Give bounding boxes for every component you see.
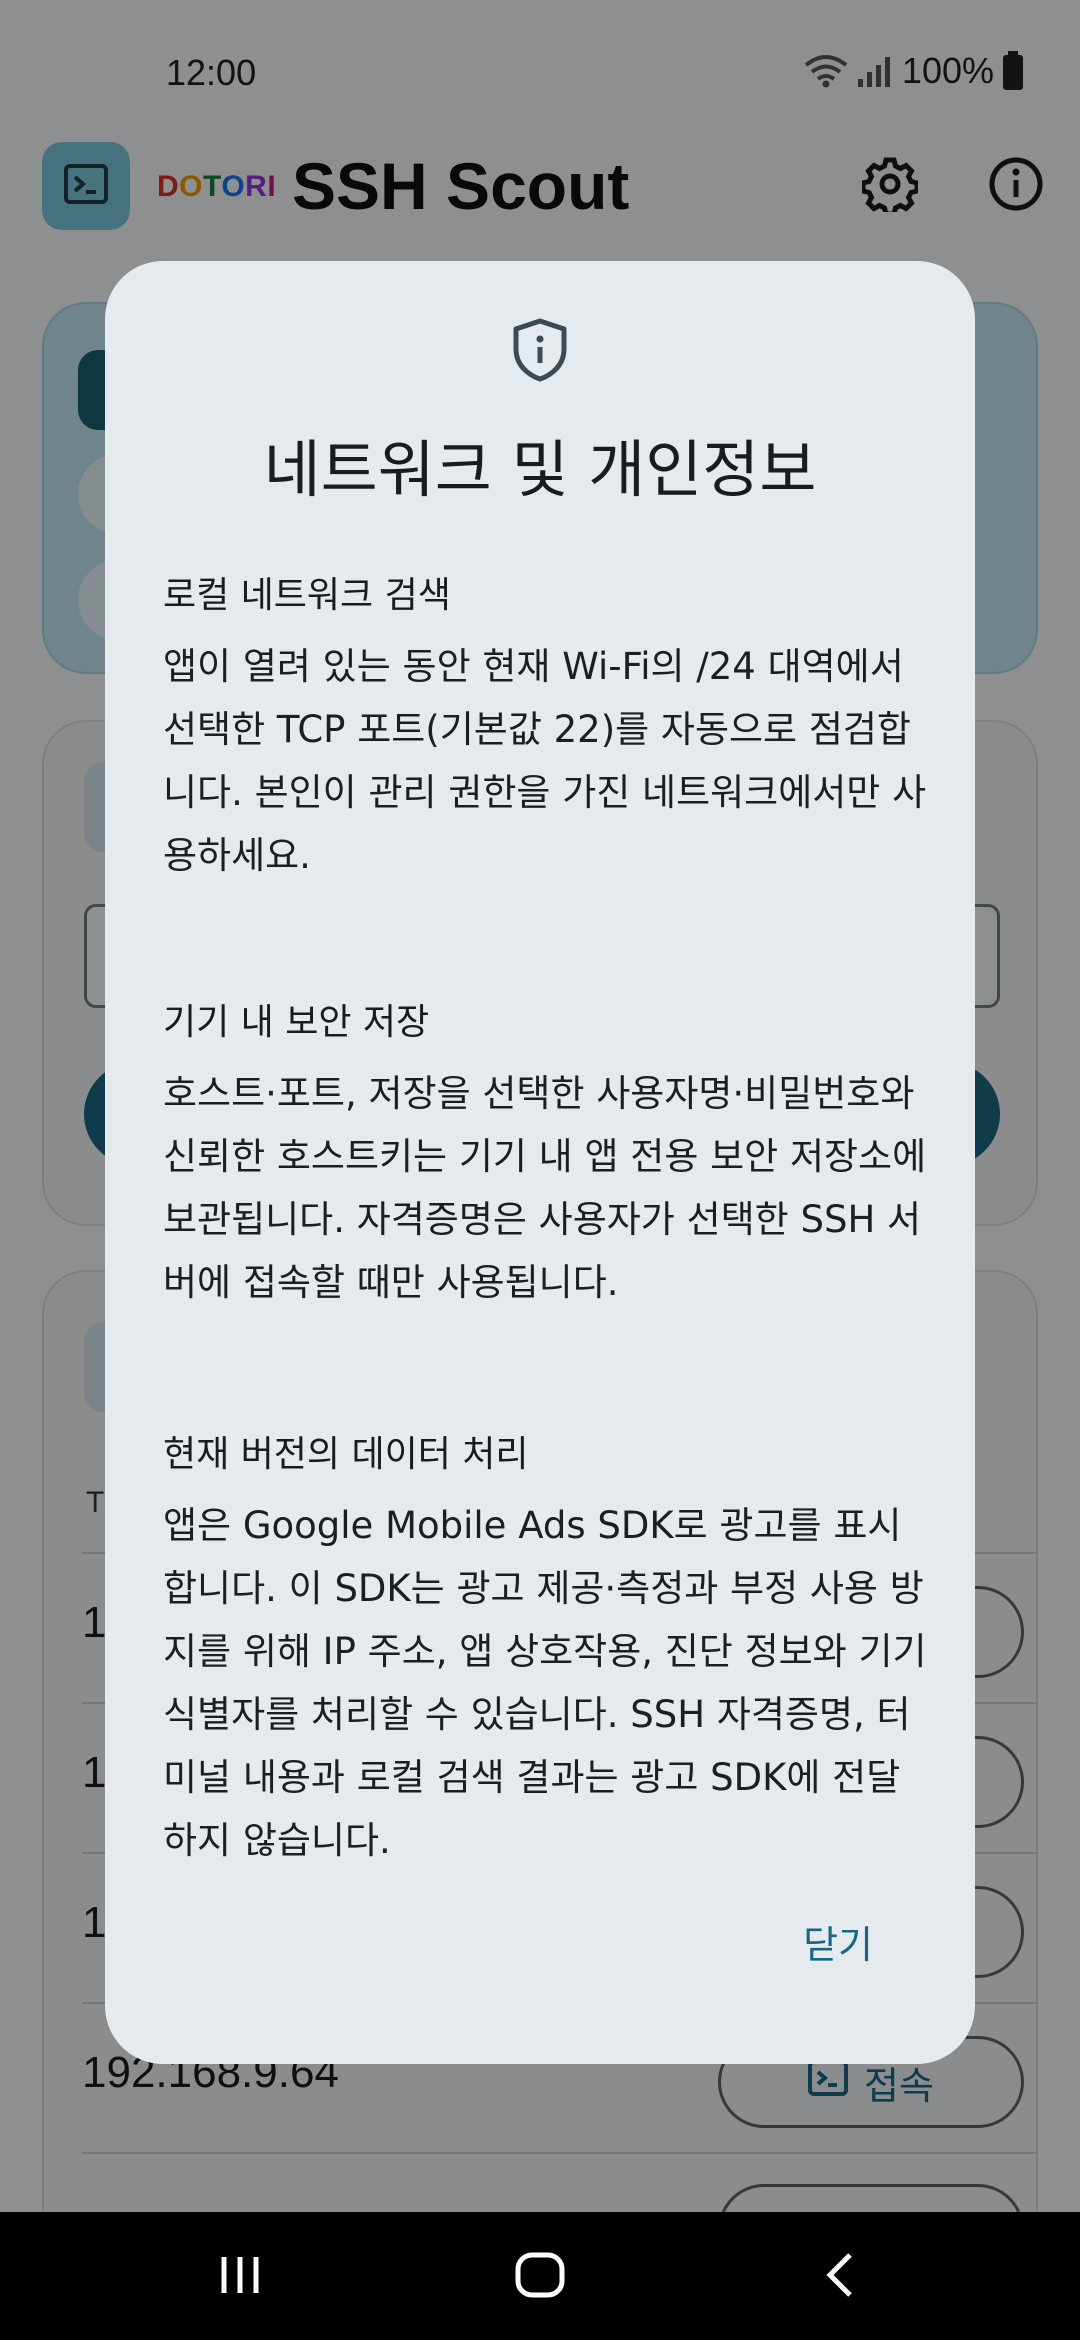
system-nav-bar — [0, 2212, 1080, 2340]
section-heading: 로컬 네트워크 검색 — [163, 575, 451, 616]
section-heading: 기기 내 보안 저장 — [163, 1002, 430, 1043]
close-button[interactable]: 닫기 — [803, 1904, 873, 1979]
dialog-title: 네트워크 및 개인정보 — [263, 433, 817, 506]
back-icon — [820, 2251, 860, 2303]
recents-button[interactable] — [200, 2242, 280, 2312]
section-secure-storage: 기기 내 보안 저장 호스트·포트, 저장을 선택한 사용자명·비밀번호와 신뢰… — [163, 994, 933, 1314]
home-button[interactable] — [500, 2242, 580, 2312]
back-button[interactable] — [800, 2242, 880, 2312]
privacy-dialog: 네트워크 및 개인정보 로컬 네트워크 검색 앱이 열려 있는 동안 현재 Wi… — [105, 261, 975, 2064]
section-body: 앱은 Google Mobile Ads SDK로 광고를 표시합니다. 이 S… — [163, 1504, 927, 1862]
section-heading: 현재 버전의 데이터 처리 — [163, 1434, 529, 1475]
section-body: 호스트·포트, 저장을 선택한 사용자명·비밀번호와 신뢰한 호스트키는 기기 … — [163, 1072, 927, 1304]
section-local-network: 로컬 네트워크 검색 앱이 열려 있는 동안 현재 Wi-Fi의 /24 대역에… — [163, 567, 933, 887]
recents-icon — [216, 2253, 264, 2301]
home-icon — [514, 2251, 566, 2303]
section-data-processing: 현재 버전의 데이터 처리 앱은 Google Mobile Ads SDK로 … — [163, 1426, 933, 1872]
shield-info-icon — [510, 317, 570, 383]
section-body: 앱이 열려 있는 동안 현재 Wi-Fi의 /24 대역에서 선택한 TCP 포… — [163, 645, 927, 877]
